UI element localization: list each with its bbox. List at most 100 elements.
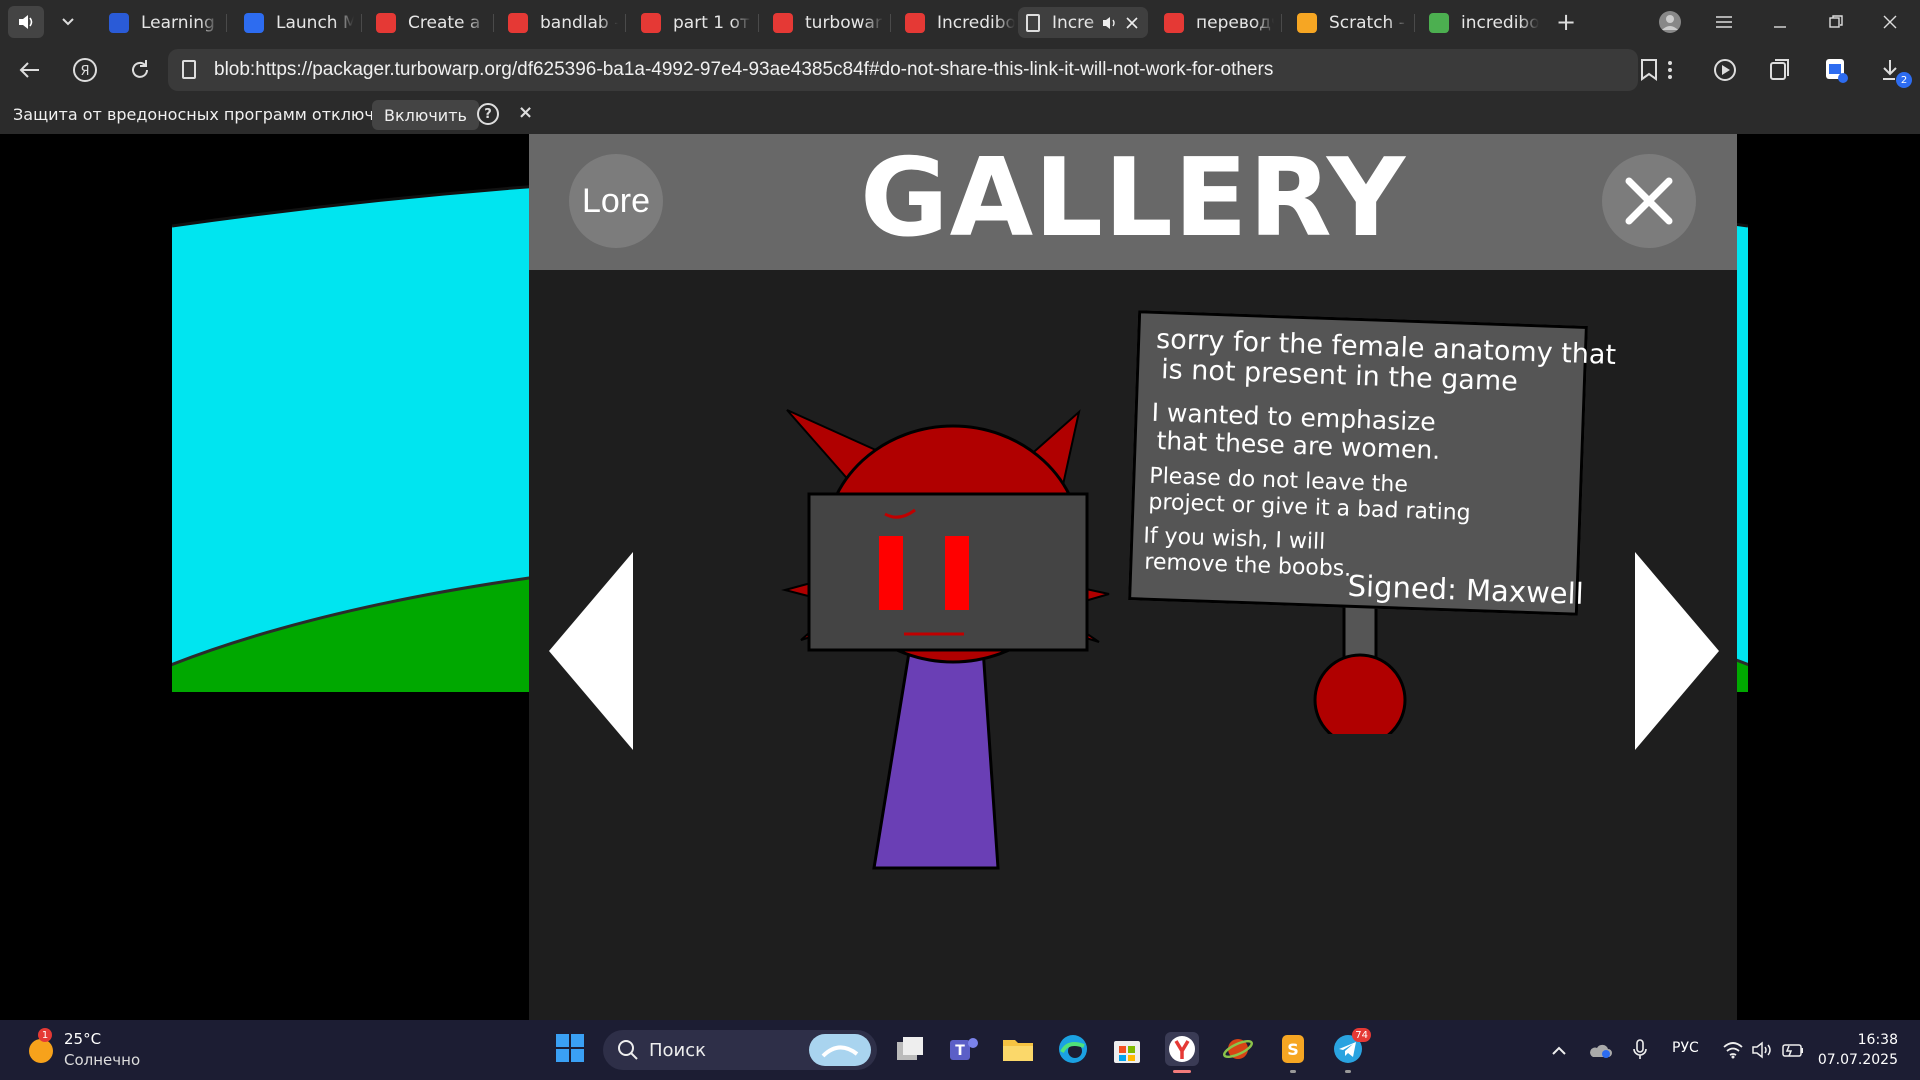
security-infobar: Защита от вредоносных программ отключена… [0,96,1920,134]
browser-tab[interactable]: part 1 от М [633,7,751,38]
minimize-button[interactable] [1760,8,1800,36]
language-indicator[interactable]: РУС [1672,1040,1699,1056]
wifi-icon[interactable] [1722,1041,1744,1059]
sign-line: project or give it a bad rating [1148,489,1472,526]
tab-separator [758,14,759,32]
browser-tab[interactable]: переводч [1156,7,1274,38]
teams-button[interactable]: T [947,1032,981,1066]
close-window-button[interactable] [1870,8,1910,36]
minimize-icon [1774,26,1786,28]
tab-separator [1281,14,1282,32]
enable-protection-button[interactable]: Включить [372,100,479,130]
browser-tab[interactable]: incredibox [1421,7,1539,38]
start-button[interactable] [555,1033,589,1067]
sign-hand [1313,653,1407,734]
help-icon[interactable]: ? [477,103,499,125]
character-left-eye [879,536,903,610]
scratch-app-button[interactable]: S [1276,1032,1310,1073]
svg-text:S: S [1287,1040,1299,1059]
task-view-button[interactable] [893,1032,927,1066]
store-button[interactable] [1110,1032,1144,1066]
profile-button[interactable] [1650,8,1690,36]
browser-tab[interactable]: Scratch - I [1289,7,1407,38]
reload-icon [132,60,148,78]
next-arrow-button[interactable] [1631,552,1721,752]
weather-description: Солнечно [64,1051,141,1069]
tab-title: Create a n [408,12,486,33]
tab-favicon-icon [641,12,661,33]
tab-title: turbowarp [805,12,883,33]
windows-taskbar: 1 25°C Солнечно Поиск T S 74 РУС 16:38 0… [0,1020,1920,1080]
game-app-button[interactable] [1221,1032,1255,1066]
task-view-icon [897,1037,923,1060]
collections-button[interactable] [1762,52,1798,88]
tab-favicon-icon [109,12,129,33]
weather-widget[interactable]: 1 25°C Солнечно [20,1020,150,1080]
microphone-icon[interactable] [1632,1039,1648,1061]
sign-board: sorry for the female anatomy that is not… [1128,310,1617,616]
battery-icon[interactable] [1781,1042,1805,1058]
url-text[interactable]: blob:https://packager.turbowarp.org/df62… [214,59,1273,81]
more-button[interactable] [1652,52,1688,88]
volume-icon[interactable] [1751,1041,1773,1059]
sign-text: sorry for the female anatomy that is not… [1131,313,1617,619]
browser-tab[interactable]: bandlab – [500,7,618,38]
search-placeholder: Поиск [649,1040,707,1061]
yandex-browser-button[interactable] [1165,1032,1199,1073]
reload-button[interactable] [122,52,158,88]
previous-arrow-button[interactable] [547,552,637,752]
restore-button[interactable] [1816,8,1856,36]
tab-separator [361,14,362,32]
game-stage: Lore GALLERY sorry for the female anatom… [172,134,1748,1020]
tab-close-icon[interactable] [1126,16,1138,29]
onedrive-icon[interactable] [1588,1041,1612,1059]
new-tab-button[interactable]: + [1548,6,1584,38]
tab-title: bandlab – [540,12,618,33]
tab-title: Launch Me [276,12,354,33]
browser-tab[interactable]: Launch Me [236,7,354,38]
gallery-header: Lore GALLERY [529,134,1737,270]
navigation-bar: Я blob:https://packager.turbowarp.org/df… [0,44,1920,96]
arrow-left-icon [19,62,39,78]
back-button[interactable] [11,52,47,88]
tab-favicon-icon [1429,12,1449,33]
close-icon [1883,15,1897,29]
tab-audio-icon[interactable] [1102,15,1118,31]
edge-button[interactable] [1056,1032,1090,1066]
browser-tab[interactable]: Learning p [101,7,219,38]
downloads-button[interactable]: 2 [1874,52,1912,88]
tab-favicon-icon [376,12,396,33]
extension-button[interactable] [1818,52,1854,88]
tab-favicon-icon [905,12,925,33]
infobar-close-button[interactable]: × [518,102,533,123]
browser-tab[interactable]: Incre [1018,7,1148,38]
gallery-close-button[interactable] [1602,154,1696,248]
tab-list-button[interactable] [50,6,86,38]
collections-icon [1770,59,1789,80]
character-image [781,409,1110,870]
svg-text:Я: Я [80,64,89,79]
taskbar-search[interactable]: Поиск [603,1030,877,1070]
address-bar[interactable]: blob:https://packager.turbowarp.org/df62… [168,49,1657,91]
telegram-button[interactable]: 74 [1331,1028,1371,1073]
show-hidden-icons-button[interactable] [1551,1044,1567,1056]
browser-tab[interactable]: Incredibox [897,7,1015,38]
svg-text:T: T [955,1043,965,1059]
tab-title: Scratch - I [1329,12,1407,33]
browser-menu-button[interactable] [1704,8,1744,36]
page-content: Lore GALLERY sorry for the female anatom… [0,134,1920,1020]
browser-tab[interactable]: turbowarp [765,7,883,38]
chevron-down-icon [62,18,74,26]
tab-strip: Learning p Launch Me Create a n bandlab – pa… [0,0,1920,44]
weather-badge: 1 [38,1028,52,1042]
browser-tab[interactable]: Create a n [368,7,486,38]
arrow-left-icon [549,552,633,750]
active-indicator [1173,1070,1191,1073]
file-explorer-button[interactable] [1001,1032,1035,1066]
speaker-icon [19,15,33,29]
yandex-home-button[interactable]: Я [67,52,103,88]
telegram-badge: 74 [1352,1028,1371,1042]
tab-audio-menu-button[interactable] [8,6,44,38]
media-button[interactable] [1708,52,1744,88]
infobar-message: Защита от вредоносных программ отключена [13,105,404,124]
